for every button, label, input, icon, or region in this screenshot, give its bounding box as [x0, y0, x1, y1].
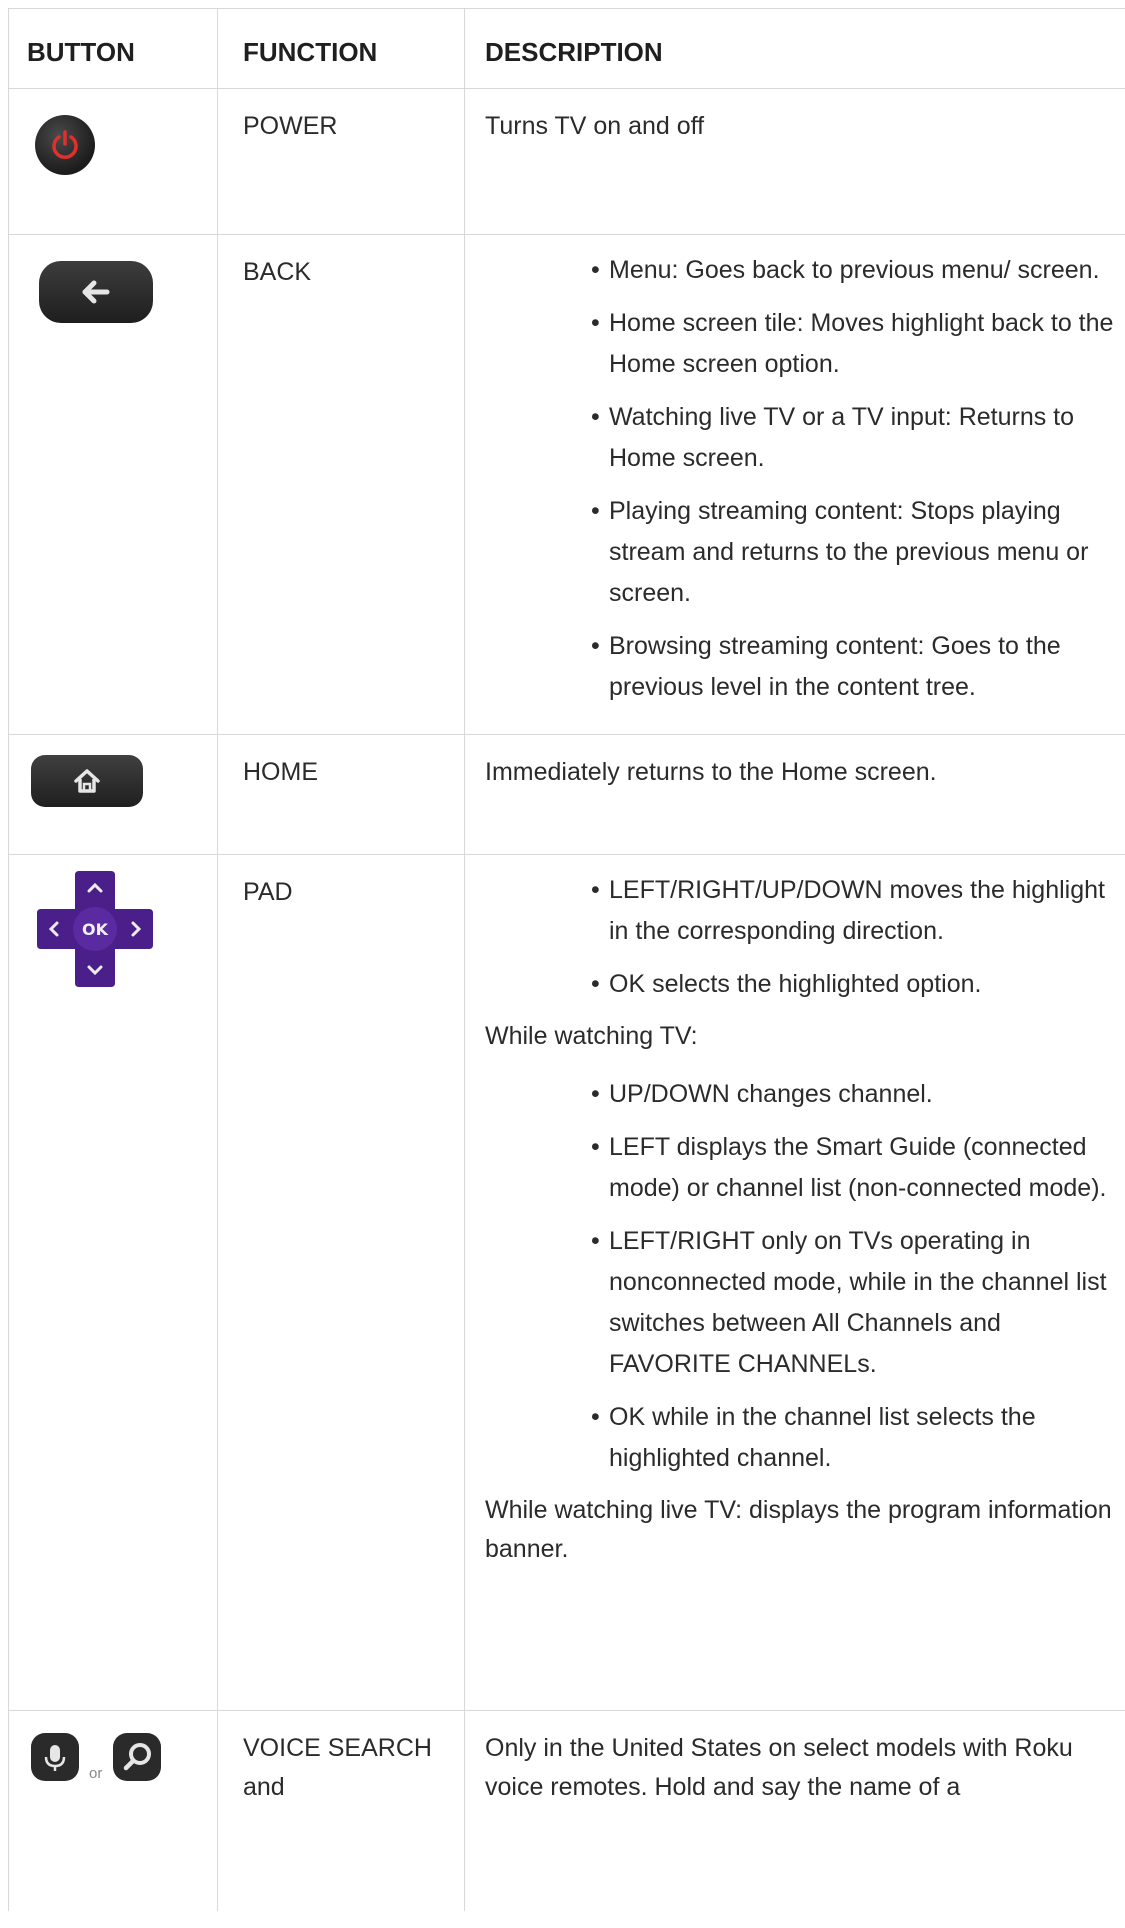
list-item: Watching live TV or a TV input: Returns … [591, 397, 1117, 479]
header-button: BUTTON [8, 9, 217, 88]
function-label: BACK [243, 258, 312, 286]
list-item: Browsing streaming content: Goes to the … [591, 626, 1117, 708]
description-cell: LEFT/RIGHT/UP/DOWN moves the highlight i… [464, 855, 1125, 1710]
description-cell: Menu: Goes back to previous menu/ screen… [464, 235, 1125, 734]
function-cell: PAD [217, 855, 464, 1710]
table-row-pad: OK PAD LEFT/RIGHT/UP/DOWN moves the high… [8, 855, 1125, 1711]
list-item: OK selects the highlighted option. [591, 964, 1117, 1005]
watching-tv-label: While watching TV: [485, 1022, 698, 1050]
table-row-power: POWER Turns TV on and off [8, 89, 1125, 235]
table-row-back: BACK Menu: Goes back to previous menu/ s… [8, 235, 1125, 735]
directional-pad-icon: OK [35, 869, 155, 989]
or-label: or [89, 1765, 103, 1782]
pad-ok-label: OK [82, 920, 109, 939]
list-item: Home screen tile: Moves highlight back t… [591, 303, 1117, 385]
button-cell [8, 735, 217, 854]
description-text: Turns TV on and off [485, 112, 705, 140]
search-icon [113, 1733, 161, 1781]
function-label: POWER [243, 112, 338, 140]
function-cell: BACK [217, 235, 464, 734]
list-item: LEFT/RIGHT only on TVs operating in nonc… [591, 1221, 1117, 1385]
description-cell: Turns TV on and off [464, 89, 1125, 234]
table-row-home: HOME Immediately returns to the Home scr… [8, 735, 1125, 855]
list-item: LEFT displays the Smart Guide (connected… [591, 1127, 1117, 1209]
description-text: Only in the United States on select mode… [485, 1734, 1073, 1801]
list-item: Playing streaming content: Stops playing… [591, 491, 1117, 614]
list-item: UP/DOWN changes channel. [591, 1074, 1117, 1115]
live-tv-note: While watching live TV: displays the pro… [485, 1496, 1112, 1563]
remote-buttons-table: BUTTON FUNCTION DESCRIPTION POWER Turns … [8, 8, 1125, 1911]
description-text: Immediately returns to the Home screen. [485, 758, 937, 786]
back-button-icon [39, 261, 153, 323]
function-label: HOME [243, 758, 318, 786]
list-item: OK while in the channel list selects the… [591, 1397, 1117, 1479]
power-button-icon [35, 115, 95, 175]
function-cell: VOICE SEARCH and [217, 1711, 464, 1911]
list-item: Menu: Goes back to previous menu/ screen… [591, 250, 1117, 291]
table-header-row: BUTTON FUNCTION DESCRIPTION [8, 9, 1125, 89]
home-button-icon [31, 755, 143, 807]
function-label: PAD [243, 878, 293, 906]
function-cell: POWER [217, 89, 464, 234]
description-cell: Immediately returns to the Home screen. [464, 735, 1125, 854]
function-label: VOICE SEARCH and [243, 1734, 432, 1801]
table-row-voice-search: or VOICE SEARCH and Only in the United S… [8, 1711, 1125, 1911]
function-cell: HOME [217, 735, 464, 854]
pad-bullet-list-b: UP/DOWN changes channel. LEFT displays t… [485, 1074, 1117, 1479]
button-cell [8, 235, 217, 734]
button-cell: or [8, 1711, 217, 1911]
pad-bullet-list-a: LEFT/RIGHT/UP/DOWN moves the highlight i… [485, 870, 1117, 1005]
header-description: DESCRIPTION [464, 9, 1125, 88]
button-cell: OK [8, 855, 217, 1710]
description-cell: Only in the United States on select mode… [464, 1711, 1125, 1911]
header-function: FUNCTION [217, 9, 464, 88]
button-cell [8, 89, 217, 234]
list-item: LEFT/RIGHT/UP/DOWN moves the highlight i… [591, 870, 1117, 952]
microphone-icon [31, 1733, 79, 1781]
back-bullet-list: Menu: Goes back to previous menu/ screen… [485, 250, 1117, 708]
